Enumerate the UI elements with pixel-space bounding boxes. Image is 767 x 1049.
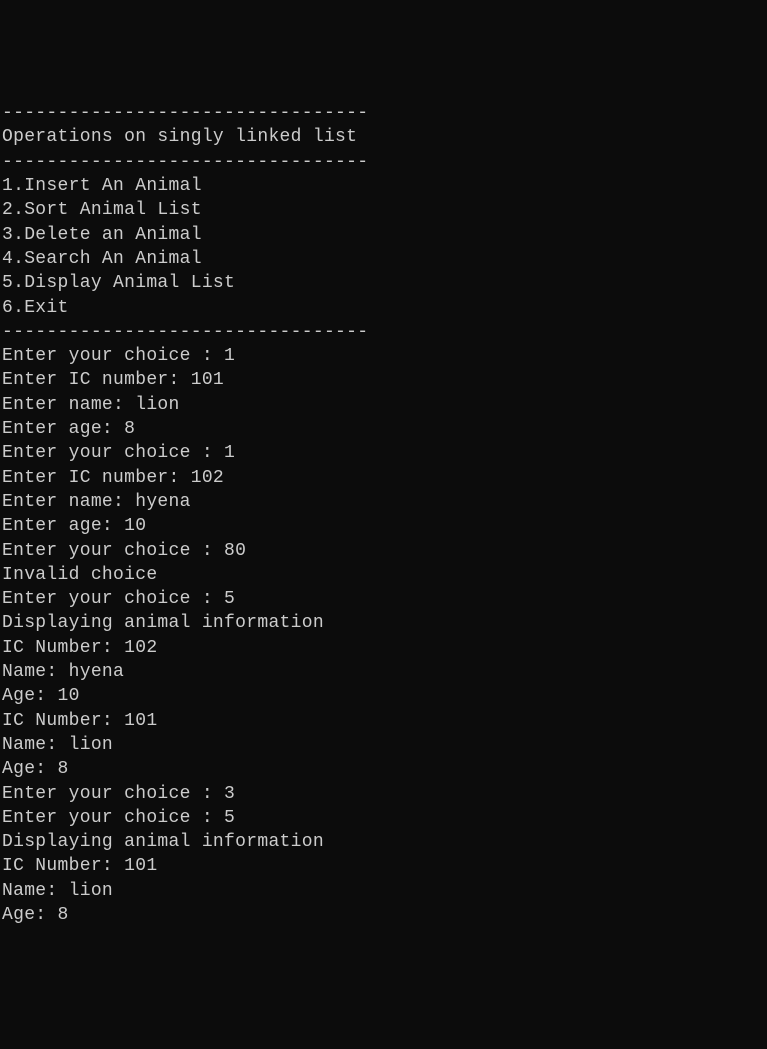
terminal-line: IC Number: 101 [2,854,767,878]
terminal-line: Enter name: hyena [2,490,767,514]
terminal-line: IC Number: 101 [2,709,767,733]
terminal-line: Enter your choice : 1 [2,344,767,368]
terminal-line: Enter your choice : 3 [2,782,767,806]
terminal-line: Enter your choice : 80 [2,539,767,563]
terminal-line: Operations on singly linked list [2,125,767,149]
terminal-line: Age: 8 [2,757,767,781]
terminal-output: ---------------------------------Operati… [2,101,767,927]
terminal-line: --------------------------------- [2,101,767,125]
terminal-line: Enter IC number: 101 [2,368,767,392]
terminal-line: Enter your choice : 5 [2,806,767,830]
terminal-line: Name: lion [2,733,767,757]
terminal-line: IC Number: 102 [2,636,767,660]
terminal-line: --------------------------------- [2,150,767,174]
terminal-line: 2.Sort Animal List [2,198,767,222]
terminal-line: 3.Delete an Animal [2,223,767,247]
terminal-line: Enter your choice : 1 [2,441,767,465]
terminal-line: 1.Insert An Animal [2,174,767,198]
terminal-line: Enter IC number: 102 [2,466,767,490]
terminal-line: Enter age: 10 [2,514,767,538]
terminal-line: Name: hyena [2,660,767,684]
terminal-line: 4.Search An Animal [2,247,767,271]
terminal-line: 6.Exit [2,296,767,320]
terminal-line: --------------------------------- [2,320,767,344]
terminal-line: Invalid choice [2,563,767,587]
terminal-line: Displaying animal information [2,611,767,635]
terminal-line: Age: 8 [2,903,767,927]
terminal-line: Age: 10 [2,684,767,708]
terminal-line: Enter your choice : 5 [2,587,767,611]
terminal-line: Name: lion [2,879,767,903]
terminal-line: Enter age: 8 [2,417,767,441]
terminal-line: Displaying animal information [2,830,767,854]
terminal-line: Enter name: lion [2,393,767,417]
terminal-line: 5.Display Animal List [2,271,767,295]
